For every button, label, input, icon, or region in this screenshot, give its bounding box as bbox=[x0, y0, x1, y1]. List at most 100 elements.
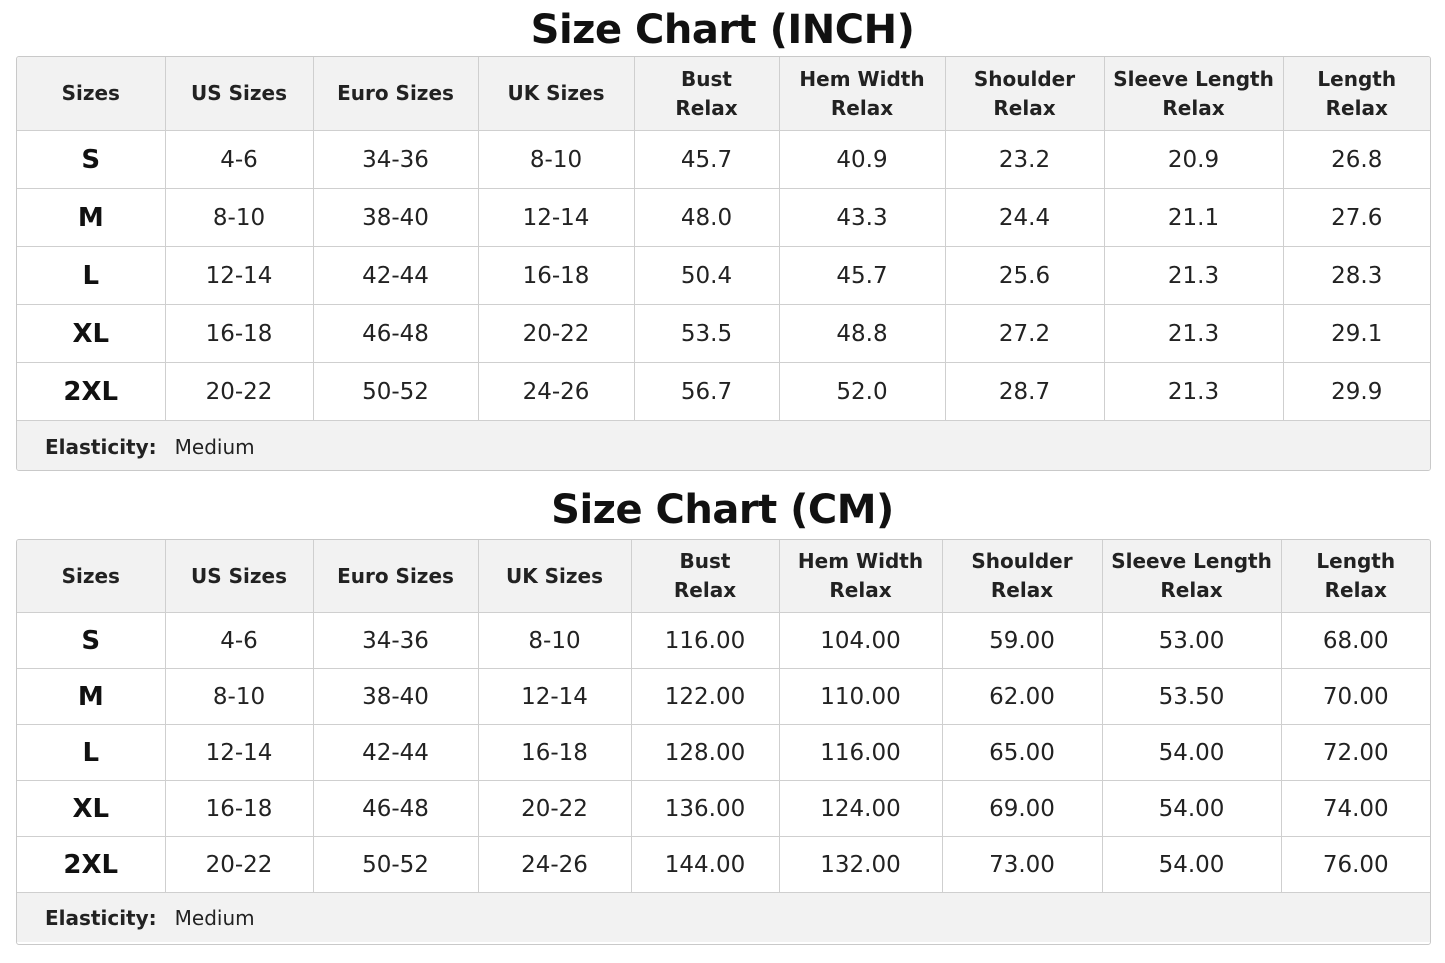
inch-cell-shoulder-relax: 23.2 bbox=[945, 130, 1105, 189]
inch-size-chart: Sizes US Sizes Euro Sizes UK Sizes Bust Relax… bbox=[16, 56, 1431, 471]
cm-cell-shoulder-relax: 69.00 bbox=[942, 780, 1103, 837]
cm-header-sizes: Sizes bbox=[17, 540, 166, 613]
cm-cell-length-relax: 72.00 bbox=[1281, 724, 1430, 781]
cm-header-text: Shoulder bbox=[971, 549, 1073, 573]
cm-cell-bust-relax: 122.00 bbox=[631, 668, 780, 725]
inch-cell-uk-sizes: 12-14 bbox=[478, 188, 635, 247]
cm-cell-sleeve-length-relax: 54.00 bbox=[1102, 780, 1282, 837]
cm-cell-hem-width-relax: 124.00 bbox=[779, 780, 943, 837]
cm-header-text: Sleeve Length bbox=[1111, 549, 1272, 573]
inch-header-row: Sizes US Sizes Euro Sizes UK Sizes Bust Relax… bbox=[17, 57, 1430, 131]
inch-cell-shoulder-relax: 24.4 bbox=[945, 188, 1105, 247]
cm-cell-sleeve-length-relax: 54.00 bbox=[1102, 724, 1282, 781]
cm-header-text: Relax bbox=[1324, 578, 1387, 602]
cm-cell-us-sizes: 12-14 bbox=[165, 724, 314, 781]
inch-cell-bust-relax: 48.0 bbox=[634, 188, 780, 247]
cm-cell-uk-sizes: 8-10 bbox=[478, 612, 632, 669]
cm-cell-length-relax: 74.00 bbox=[1281, 780, 1430, 837]
inch-header-text: Hem Width bbox=[799, 66, 925, 91]
cm-header-length-relax: Length Relax bbox=[1281, 540, 1430, 613]
inch-header-text: Relax bbox=[1162, 95, 1225, 120]
table-row: 2XL 20-22 50-52 24-26 144.00 132.00 73.00 54.00… bbox=[17, 836, 1430, 893]
cm-cell-length-relax: 68.00 bbox=[1281, 612, 1430, 669]
cm-cell-bust-relax: 116.00 bbox=[631, 612, 780, 669]
cm-cell-euro-sizes: 42-44 bbox=[313, 724, 479, 781]
cm-cell-sizes: XL bbox=[17, 780, 166, 837]
cm-cell-sizes: S bbox=[17, 612, 166, 669]
inch-cell-length-relax: 27.6 bbox=[1283, 188, 1430, 247]
inch-cell-bust-relax: 50.4 bbox=[634, 246, 780, 305]
inch-cell-euro-sizes: 46-48 bbox=[313, 304, 479, 363]
inch-cell-hem-width-relax: 48.8 bbox=[779, 304, 946, 363]
cm-cell-length-relax: 70.00 bbox=[1281, 668, 1430, 725]
table-row: S 4-6 34-36 8-10 45.7 40.9 23.2 20.9 26.8 bbox=[17, 130, 1430, 189]
inch-cell-sleeve-length-relax: 21.3 bbox=[1104, 246, 1284, 305]
cm-cell-bust-relax: 144.00 bbox=[631, 836, 780, 893]
cm-header-text: Length bbox=[1316, 549, 1396, 573]
cm-header-text: US Sizes bbox=[191, 563, 287, 588]
cm-cell-hem-width-relax: 132.00 bbox=[779, 836, 943, 893]
inch-cell-hem-width-relax: 40.9 bbox=[779, 130, 946, 189]
cm-size-chart: Sizes US Sizes Euro Sizes UK Sizes Bust Relax… bbox=[16, 539, 1431, 945]
inch-cell-us-sizes: 16-18 bbox=[165, 304, 314, 363]
cm-cell-euro-sizes: 50-52 bbox=[313, 836, 479, 893]
cm-cell-bust-relax: 136.00 bbox=[631, 780, 780, 837]
inch-header-text: Sizes bbox=[61, 81, 120, 105]
inch-header-sleeve-length-relax: Sleeve Length Relax bbox=[1104, 57, 1284, 131]
cm-cell-uk-sizes: 20-22 bbox=[478, 780, 632, 837]
inch-header-shoulder-relax: Shoulder Relax bbox=[945, 57, 1105, 131]
inch-header-hem-width-relax: Hem Width Relax bbox=[779, 57, 946, 131]
inch-cell-sleeve-length-relax: 21.3 bbox=[1104, 362, 1284, 421]
inch-cell-length-relax: 28.3 bbox=[1283, 246, 1430, 305]
cm-cell-shoulder-relax: 65.00 bbox=[942, 724, 1103, 781]
inch-cell-uk-sizes: 24-26 bbox=[478, 362, 635, 421]
cm-cell-euro-sizes: 38-40 bbox=[313, 668, 479, 725]
cm-cell-us-sizes: 16-18 bbox=[165, 780, 314, 837]
cm-header-text: Sizes bbox=[61, 563, 120, 588]
cm-cell-uk-sizes: 16-18 bbox=[478, 724, 632, 781]
inch-cell-euro-sizes: 42-44 bbox=[313, 246, 479, 305]
cm-cell-bust-relax: 128.00 bbox=[631, 724, 780, 781]
inch-cell-length-relax: 29.9 bbox=[1283, 362, 1430, 421]
cm-cell-sizes: M bbox=[17, 668, 166, 725]
inch-header-sizes: Sizes bbox=[17, 57, 166, 131]
cm-elasticity-value: Medium bbox=[174, 905, 255, 930]
inch-header-text: UK Sizes bbox=[507, 81, 605, 105]
inch-cell-uk-sizes: 20-22 bbox=[478, 304, 635, 363]
table-row: XL 16-18 46-48 20-22 136.00 124.00 69.00 54.00 7… bbox=[17, 780, 1430, 837]
cm-cell-us-sizes: 8-10 bbox=[165, 668, 314, 725]
cm-header-hem-width-relax: Hem Width Relax bbox=[779, 540, 943, 613]
cm-cell-sizes: 2XL bbox=[17, 836, 166, 893]
inch-cell-sleeve-length-relax: 21.1 bbox=[1104, 188, 1284, 247]
inch-header-euro-sizes: Euro Sizes bbox=[313, 57, 479, 131]
cm-cell-hem-width-relax: 116.00 bbox=[779, 724, 943, 781]
inch-cell-bust-relax: 45.7 bbox=[634, 130, 780, 189]
inch-cell-uk-sizes: 16-18 bbox=[478, 246, 635, 305]
inch-header-text: Relax bbox=[1325, 95, 1388, 120]
inch-cell-us-sizes: 12-14 bbox=[165, 246, 314, 305]
cm-cell-hem-width-relax: 110.00 bbox=[779, 668, 943, 725]
table-row: S 4-6 34-36 8-10 116.00 104.00 59.00 53.00 68.00 bbox=[17, 612, 1430, 669]
cm-cell-uk-sizes: 12-14 bbox=[478, 668, 632, 725]
cm-cell-shoulder-relax: 59.00 bbox=[942, 612, 1103, 669]
cm-cell-sleeve-length-relax: 54.00 bbox=[1102, 836, 1282, 893]
cm-cell-length-relax: 76.00 bbox=[1281, 836, 1430, 893]
inch-cell-bust-relax: 56.7 bbox=[634, 362, 780, 421]
inch-cell-bust-relax: 53.5 bbox=[634, 304, 780, 363]
table-row: M 8-10 38-40 12-14 48.0 43.3 24.4 21.1 27.6 bbox=[17, 188, 1430, 247]
inch-chart-title: Size Chart (INCH) bbox=[530, 7, 915, 53]
cm-header-us-sizes: US Sizes bbox=[165, 540, 314, 613]
cm-cell-shoulder-relax: 62.00 bbox=[942, 668, 1103, 725]
inch-cell-sizes: 2XL bbox=[17, 362, 166, 421]
inch-cell-shoulder-relax: 25.6 bbox=[945, 246, 1105, 305]
cm-header-text: Relax bbox=[673, 578, 737, 602]
cm-header-uk-sizes: UK Sizes bbox=[478, 540, 632, 613]
cm-header-text: Relax bbox=[1160, 578, 1223, 602]
inch-header-text: Shoulder bbox=[973, 66, 1076, 91]
inch-cell-euro-sizes: 38-40 bbox=[313, 188, 479, 247]
table-row: L 12-14 42-44 16-18 128.00 116.00 65.00 54.00 72… bbox=[17, 724, 1430, 781]
inch-cell-hem-width-relax: 52.0 bbox=[779, 362, 946, 421]
inch-cell-shoulder-relax: 28.7 bbox=[945, 362, 1105, 421]
inch-cell-length-relax: 26.8 bbox=[1283, 130, 1430, 189]
inch-cell-sizes: XL bbox=[17, 304, 166, 363]
